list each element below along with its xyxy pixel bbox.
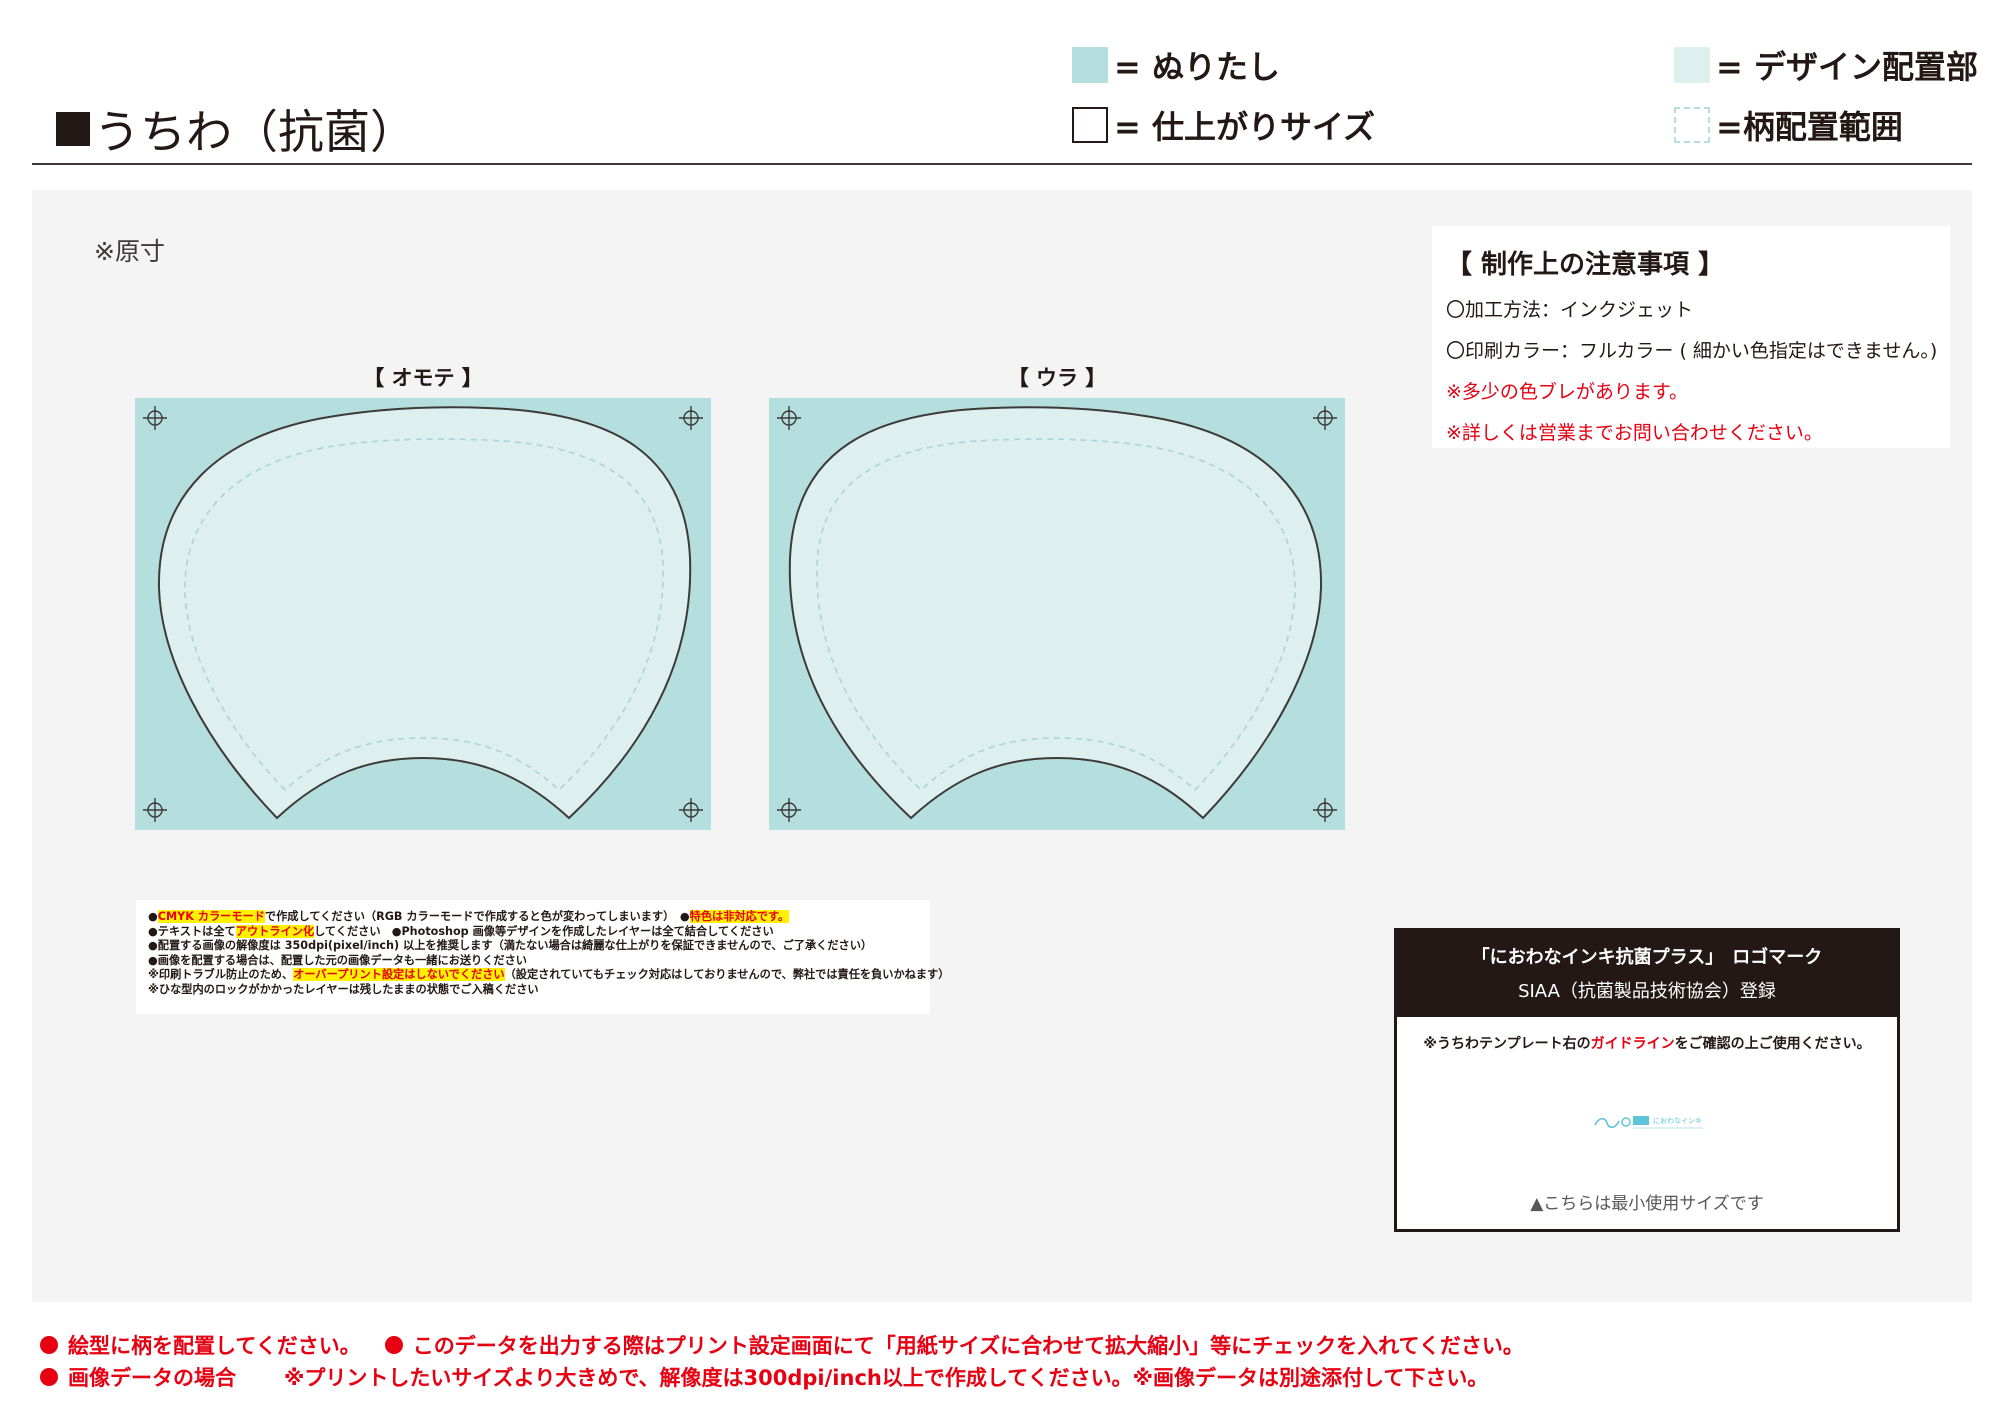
instruction-line: ●配置する画像の解像度は 350dpi(pixel/inch) 以上を推奨します… — [148, 939, 873, 952]
pattern-swatch — [1674, 107, 1710, 143]
data-instructions: ●CMYK カラーモードで作成してください（RGB カラーモードで作成すると色が… — [136, 900, 950, 1014]
notes-method: 〇加工方法：インクジェット — [1446, 299, 1694, 321]
legend-trim: = 仕上がりサイズ — [1072, 102, 1375, 148]
logo-box-subtitle: SIAA（抗菌製品技術協会）登録 — [1518, 981, 1776, 1002]
bleed-swatch — [1072, 47, 1108, 83]
instruction-line: ※ひな型内のロックがかかったレイヤーは残したままの状態でご入稿ください — [148, 982, 539, 996]
black-square-icon — [56, 112, 90, 146]
design-swatch — [1674, 47, 1710, 83]
front-label: 【 オモテ 】 — [363, 366, 483, 390]
legend-bleed: = ぬりたし — [1072, 42, 1280, 88]
red-bullet-icon — [384, 1336, 403, 1354]
red-bullet-icon — [40, 1368, 58, 1386]
instruction-line: ●CMYK カラーモードで作成してください（RGB カラーモードで作成すると色が… — [148, 910, 790, 923]
instruction-line: ●画像を配置する場合は、配置した元の画像データも一緒にお送りください — [148, 953, 527, 967]
legend-pattern: =柄配置範囲 — [1674, 102, 1903, 148]
footer-line-1: 絵型に柄を配置してください。 このデータを出力する際はプリント設定画面にて「用紙… — [40, 1330, 1524, 1360]
instruction-line: ※印刷トラブル防止のため、オーバープリント設定はしないでください（設定されていて… — [148, 968, 950, 981]
page-title: うちわ（抗菌） — [56, 96, 416, 162]
notes-color: 〇印刷カラー：フルカラー ( 細かい色指定はできません。) — [1446, 340, 1938, 362]
notes-warning-color: ※多少の色ブレがあります。 — [1446, 381, 1689, 403]
logo-guideline-note: ※うちわテンプレート右のガイドラインをご確認の上ご使用ください。 — [1423, 1036, 1871, 1052]
legend-design: = デザイン配置部 — [1674, 42, 1978, 88]
back-label: 【 ウラ 】 — [1007, 366, 1107, 390]
svg-text:におわなインキ: におわなインキ — [1653, 1117, 1702, 1125]
scale-note: ※原寸 — [94, 237, 165, 266]
back-template — [769, 398, 1345, 830]
production-notes: 【 制作上の注意事項 】 〇加工方法：インクジェット 〇印刷カラー：フルカラー … — [1432, 226, 1950, 448]
notes-warning-contact: ※詳しくは営業までお問い合わせください。 — [1446, 422, 1823, 444]
footer-line-2: 画像データの場合 ※プリントしたいサイズより大きめで、解像度は300dpi/in… — [40, 1362, 1488, 1392]
antibacterial-logo-icon: におわなインキ — [1594, 1116, 1703, 1129]
front-template — [135, 398, 711, 830]
logo-box-title: 「におわなインキ抗菌プラス」 ロゴマーク — [1471, 947, 1823, 968]
trim-swatch — [1072, 107, 1108, 143]
logo-box-header: 「におわなインキ抗菌プラス」 ロゴマーク SIAA（抗菌製品技術協会）登録 — [1397, 931, 1897, 1017]
red-bullet-icon — [40, 1336, 58, 1354]
header-divider — [32, 163, 1972, 165]
instruction-line: ●テキストは全てアウトライン化してください ●Photoshop 画像等デザイン… — [148, 924, 774, 938]
notes-heading: 【 制作上の注意事項 】 — [1446, 250, 1725, 280]
minimum-size-note: ▲こちらは最小使用サイズです — [1530, 1194, 1764, 1214]
logo-mark-box: 「におわなインキ抗菌プラス」 ロゴマーク SIAA（抗菌製品技術協会）登録 ※う… — [1394, 928, 1900, 1232]
